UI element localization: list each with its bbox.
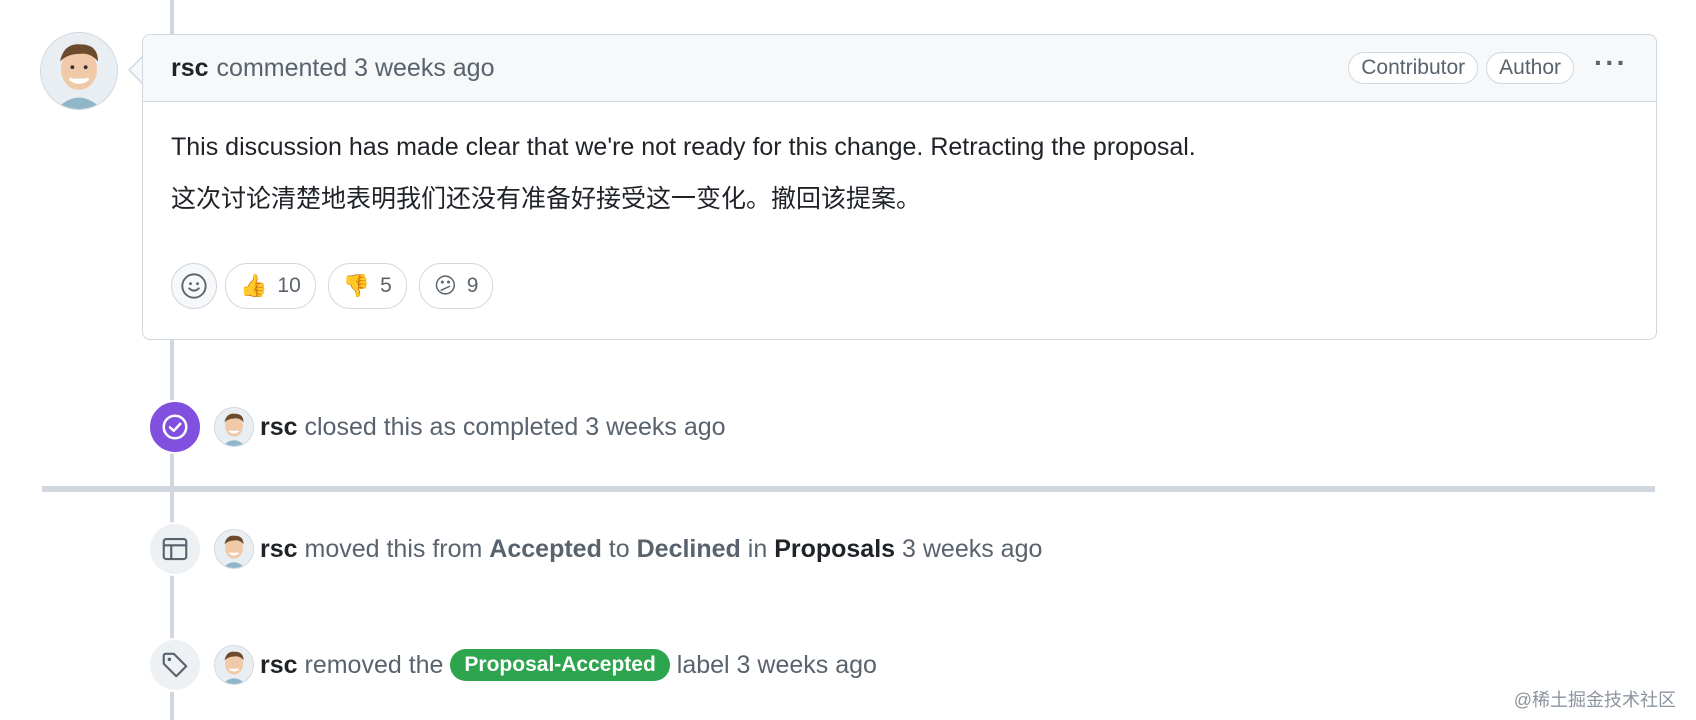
thumbs-up-icon: 👍	[240, 273, 268, 298]
project-table-icon	[162, 537, 188, 561]
tag-icon	[162, 652, 188, 678]
label-event-badge	[148, 638, 202, 692]
reaction-count: 5	[380, 274, 392, 297]
event-actor[interactable]: rsc	[260, 535, 298, 563]
comment-text-zh: 这次讨论清楚地表明我们还没有准备好接受这一变化。撤回该提案。	[171, 185, 922, 213]
event-time[interactable]: 3 weeks ago	[902, 535, 1042, 563]
event-description: moved this from	[304, 534, 483, 563]
avatar-image	[215, 646, 253, 684]
reaction-thumbs-down[interactable]: 👎 5	[327, 263, 407, 309]
event-time[interactable]: 3 weeks ago	[585, 413, 725, 441]
closed-event-badge	[148, 400, 202, 454]
comment: rsc commented 3 weeks ago Contributor Au…	[142, 34, 1657, 340]
reaction-count: 10	[277, 274, 301, 297]
event-description: label	[676, 651, 730, 679]
avatar[interactable]	[214, 645, 254, 685]
reactions-bar: 👍 10 👎 5 😕 9	[171, 263, 505, 309]
comment-body: This discussion has made clear that we'r…	[143, 102, 1656, 216]
event-actor[interactable]: rsc	[260, 651, 298, 679]
confused-icon: 😕	[433, 273, 457, 298]
proposal-accepted-label[interactable]: Proposal-Accepted	[450, 649, 670, 681]
author-badge: Author	[1486, 52, 1575, 84]
from-column: Accepted	[489, 534, 602, 563]
reaction-thumbs-up[interactable]: 👍 10	[225, 263, 316, 309]
reaction-confused[interactable]: 😕 9	[418, 263, 494, 309]
event-label-removed: rsc removed the Proposal-Accepted label …	[148, 638, 877, 692]
event-actor[interactable]: rsc	[260, 413, 298, 441]
event-time[interactable]: 3 weeks ago	[737, 651, 877, 679]
event-description: removed the	[304, 651, 444, 679]
event-moved-text: rsc moved this from Accepted to Declined…	[260, 535, 1042, 564]
avatar-image	[215, 530, 253, 568]
event-label-text: rsc removed the Proposal-Accepted label …	[260, 649, 877, 681]
avatar-image	[215, 408, 253, 446]
reaction-count: 9	[466, 274, 479, 297]
add-reaction-button[interactable]	[171, 263, 217, 309]
avatar-image	[41, 33, 117, 109]
kebab-menu-icon[interactable]: ···	[1594, 49, 1628, 87]
comment-author[interactable]: rsc	[171, 54, 209, 83]
event-closed-text: rsc closed this as completed 3 weeks ago	[260, 413, 726, 442]
event-description: to	[608, 534, 630, 563]
project-link[interactable]: Proposals	[774, 535, 895, 563]
avatar[interactable]	[214, 529, 254, 569]
event-closed: rsc closed this as completed 3 weeks ago	[148, 400, 726, 454]
thumbs-down-icon: 👎	[342, 273, 371, 298]
avatar[interactable]	[214, 407, 254, 447]
comment-time[interactable]: 3 weeks ago	[354, 54, 494, 83]
to-column: Declined	[636, 534, 741, 563]
watermark: @稀土掘金技术社区	[1513, 690, 1676, 710]
check-circle-icon	[162, 414, 188, 440]
comment-text-en: This discussion has made clear that we'r…	[171, 133, 1196, 161]
smiley-icon	[181, 273, 207, 299]
event-description: in	[747, 534, 768, 563]
event-moved: rsc moved this from Accepted to Declined…	[148, 522, 1042, 576]
avatar[interactable]	[40, 32, 118, 110]
event-description: closed this as completed	[304, 412, 579, 441]
timeline-divider	[42, 486, 1655, 492]
project-event-badge	[148, 522, 202, 576]
contributor-badge: Contributor	[1348, 52, 1479, 84]
comment-action: commented	[216, 53, 348, 82]
comment-header: rsc commented 3 weeks ago Contributor Au…	[143, 35, 1656, 102]
